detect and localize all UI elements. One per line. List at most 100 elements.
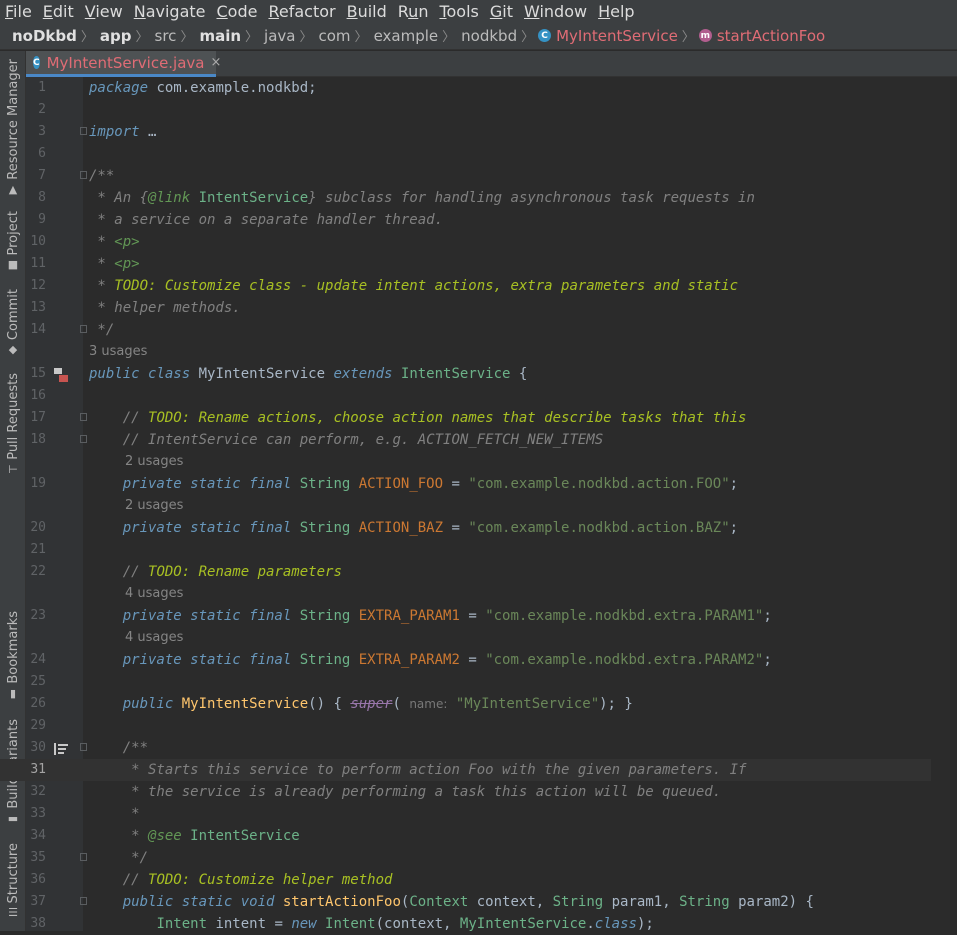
code-line[interactable]: 34 * @see IntentService bbox=[0, 825, 931, 847]
fold-icon[interactable] bbox=[80, 413, 87, 421]
line-number: 19 bbox=[30, 476, 46, 491]
fold-icon[interactable] bbox=[80, 171, 87, 179]
breadcrumb-item-src[interactable]: src 〉 bbox=[153, 26, 198, 46]
chevron-right-icon: 〉 bbox=[135, 30, 149, 45]
breadcrumb-item-com[interactable]: com 〉 bbox=[317, 26, 372, 46]
menu-navigate[interactable]: Navigate bbox=[129, 2, 212, 21]
breadcrumb-label: startActionFoo bbox=[716, 26, 826, 45]
code-line[interactable]: 37 public static void startActionFoo(Con… bbox=[0, 891, 931, 913]
line-number: 13 bbox=[30, 300, 46, 315]
code-text: import … bbox=[89, 124, 157, 140]
usages-hint[interactable]: 4 usages bbox=[0, 583, 931, 605]
code-line[interactable]: 36 // TODO: Customize helper method bbox=[0, 869, 931, 891]
breadcrumb-item-app[interactable]: app 〉 bbox=[98, 26, 153, 46]
line-number: 26 bbox=[30, 696, 46, 711]
line-number: 20 bbox=[30, 520, 46, 535]
usages-hint-text: 4 usages bbox=[125, 586, 184, 601]
usages-hint[interactable]: 3 usages bbox=[0, 341, 931, 363]
usages-hint[interactable]: 4 usages bbox=[0, 627, 931, 649]
render-doc-icon[interactable] bbox=[53, 741, 68, 755]
code-line[interactable]: 24 private static final String EXTRA_PAR… bbox=[0, 649, 931, 671]
line-number: 37 bbox=[30, 894, 46, 909]
usages-hint-text: 2 usages bbox=[125, 498, 184, 513]
breadcrumb-item-main[interactable]: main 〉 bbox=[197, 26, 262, 46]
code-text: * <p> bbox=[89, 234, 140, 250]
breadcrumb-item-startactionfoo[interactable]: m startActionFoo bbox=[698, 26, 827, 45]
fold-icon[interactable] bbox=[80, 325, 87, 333]
code-line[interactable]: 20 private static final String ACTION_BA… bbox=[0, 517, 931, 539]
line-number: 10 bbox=[30, 234, 46, 249]
code-line[interactable]: 2 bbox=[0, 99, 931, 121]
usages-hint[interactable]: 2 usages bbox=[0, 451, 931, 473]
menu-build[interactable]: Build bbox=[342, 2, 393, 21]
code-line[interactable]: 14 */ bbox=[0, 319, 931, 341]
code-text: private static final String EXTRA_PARAM2… bbox=[122, 652, 772, 668]
breadcrumb-label: main bbox=[199, 26, 242, 45]
fold-icon[interactable] bbox=[80, 127, 87, 135]
code-line[interactable]: 23 private static final String EXTRA_PAR… bbox=[0, 605, 931, 627]
menu-window[interactable]: Window bbox=[519, 2, 593, 21]
code-line[interactable]: 11 * <p> bbox=[0, 253, 931, 275]
code-line[interactable]: 25 bbox=[0, 671, 931, 693]
code-line[interactable]: 32 * the service is already performing a… bbox=[0, 781, 931, 803]
menu-code[interactable]: Code bbox=[212, 2, 264, 21]
code-line[interactable]: 13 * helper methods. bbox=[0, 297, 931, 319]
code-line[interactable]: 26 public MyIntentService() { super( nam… bbox=[0, 693, 931, 715]
code-text: * a service on a separate handler thread… bbox=[89, 212, 444, 228]
code-text: * <p> bbox=[89, 256, 140, 272]
code-line[interactable]: 10 * <p> bbox=[0, 231, 931, 253]
line-number: 32 bbox=[30, 784, 46, 799]
line-number: 25 bbox=[30, 674, 46, 689]
code-line[interactable]: 7 /** bbox=[0, 165, 931, 187]
usages-hint[interactable]: 2 usages bbox=[0, 495, 931, 517]
breadcrumb-item-nodkbd[interactable]: noDkbd 〉 bbox=[10, 26, 98, 46]
fold-icon[interactable] bbox=[80, 743, 87, 751]
menu-help[interactable]: Help bbox=[593, 2, 640, 21]
chevron-right-icon: 〉 bbox=[442, 30, 456, 45]
line-number: 8 bbox=[38, 190, 46, 205]
code-line[interactable]: 35 */ bbox=[0, 847, 931, 869]
class-icon: C bbox=[33, 56, 40, 69]
code-line[interactable]: 30 /** bbox=[0, 737, 931, 759]
code-text: * @see IntentService bbox=[122, 828, 300, 844]
menu-git[interactable]: Git bbox=[485, 2, 519, 21]
code-line[interactable]: 21 bbox=[0, 539, 931, 561]
code-line[interactable]: 8 * An {@link IntentService} subclass fo… bbox=[0, 187, 931, 209]
breadcrumb-label: app bbox=[99, 26, 132, 45]
implementation-icon[interactable] bbox=[53, 367, 68, 382]
code-line[interactable]: 19 private static final String ACTION_FO… bbox=[0, 473, 931, 495]
code-line[interactable]: 6 bbox=[0, 143, 931, 165]
breadcrumb-item-java[interactable]: java 〉 bbox=[262, 26, 316, 46]
menu-run[interactable]: Run bbox=[393, 2, 435, 21]
breadcrumb-item-myintentservice[interactable]: C MyIntentService 〉 bbox=[538, 26, 699, 45]
tab-myintentservice-java[interactable]: C MyIntentService.java × bbox=[26, 51, 221, 77]
fold-icon[interactable] bbox=[80, 435, 87, 443]
close-icon[interactable]: × bbox=[211, 55, 222, 70]
code-line[interactable]: 33 * bbox=[0, 803, 931, 825]
menu-view[interactable]: View bbox=[80, 2, 129, 21]
menu-file[interactable]: File bbox=[0, 2, 38, 21]
code-line[interactable]: 12 * TODO: Customize class - update inte… bbox=[0, 275, 931, 297]
code-text: // TODO: Rename parameters bbox=[122, 564, 342, 580]
breadcrumb-item-nodkbd[interactable]: nodkbd 〉 bbox=[459, 26, 538, 46]
code-line[interactable]: 3 import … bbox=[0, 121, 931, 143]
code-line[interactable]: 31 * Starts this service to perform acti… bbox=[0, 759, 931, 781]
code-line[interactable]: 22 // TODO: Rename parameters bbox=[0, 561, 931, 583]
line-number: 15 bbox=[30, 366, 46, 381]
code-line[interactable]: 16 bbox=[0, 385, 931, 407]
line-number: 22 bbox=[30, 564, 46, 579]
menu-edit[interactable]: Edit bbox=[38, 2, 80, 21]
menu-tools[interactable]: Tools bbox=[434, 2, 484, 21]
breadcrumb-item-example[interactable]: example 〉 bbox=[372, 26, 460, 46]
code-line[interactable]: 29 bbox=[0, 715, 931, 737]
chevron-right-icon: 〉 bbox=[80, 30, 94, 45]
code-line[interactable]: 1 package com.example.nodkbd; bbox=[0, 77, 931, 99]
code-line[interactable]: 15 public class MyIntentService extends I… bbox=[0, 363, 931, 385]
code-line[interactable]: 9 * a service on a separate handler thre… bbox=[0, 209, 931, 231]
fold-icon[interactable] bbox=[80, 897, 87, 905]
code-line[interactable]: 18 // IntentService can perform, e.g. AC… bbox=[0, 429, 931, 451]
fold-icon[interactable] bbox=[80, 853, 87, 861]
menu-refactor[interactable]: Refactor bbox=[263, 2, 341, 21]
code-line[interactable]: 17 // TODO: Rename actions, choose actio… bbox=[0, 407, 931, 429]
code-line[interactable]: 38 Intent intent = new Intent(context, M… bbox=[0, 913, 931, 935]
